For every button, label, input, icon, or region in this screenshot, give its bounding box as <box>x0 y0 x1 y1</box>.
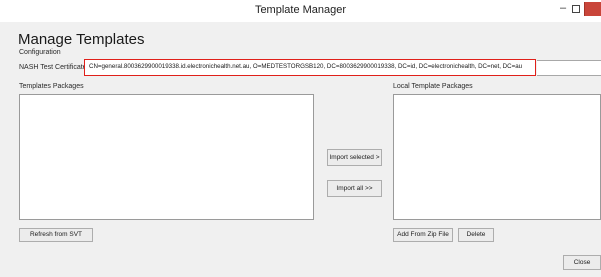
local-template-packages-label: Local Template Packages <box>393 83 473 90</box>
templates-packages-list[interactable] <box>19 94 314 220</box>
title-bar: Template Manager – <box>0 0 601 22</box>
nash-certificate-field[interactable]: CN=general.8003629900019338.id.electroni… <box>84 59 536 76</box>
window-body: Manage Templates Configuration NASH Test… <box>0 22 601 277</box>
page-title: Manage Templates <box>18 31 145 48</box>
close-button[interactable]: Close <box>563 255 601 270</box>
maximize-button[interactable] <box>572 5 580 13</box>
close-window-button[interactable] <box>584 2 601 16</box>
local-template-packages-list[interactable] <box>393 94 601 220</box>
add-from-zip-button[interactable]: Add From Zip File <box>393 228 453 242</box>
delete-button[interactable]: Delete <box>458 228 494 242</box>
nash-certificate-dropdown[interactable] <box>537 60 601 76</box>
configuration-label: Configuration <box>19 49 61 56</box>
refresh-from-svt-button[interactable]: Refresh from SVT <box>19 228 93 242</box>
nash-certificate-label: NASH Test Certificate <box>19 64 87 71</box>
import-selected-button[interactable]: Import selected > <box>327 149 382 166</box>
minimize-button[interactable]: – <box>556 3 570 17</box>
import-all-button[interactable]: Import all >> <box>327 180 382 197</box>
templates-packages-label: Templates Packages <box>19 83 84 90</box>
window-title: Template Manager <box>254 4 347 16</box>
